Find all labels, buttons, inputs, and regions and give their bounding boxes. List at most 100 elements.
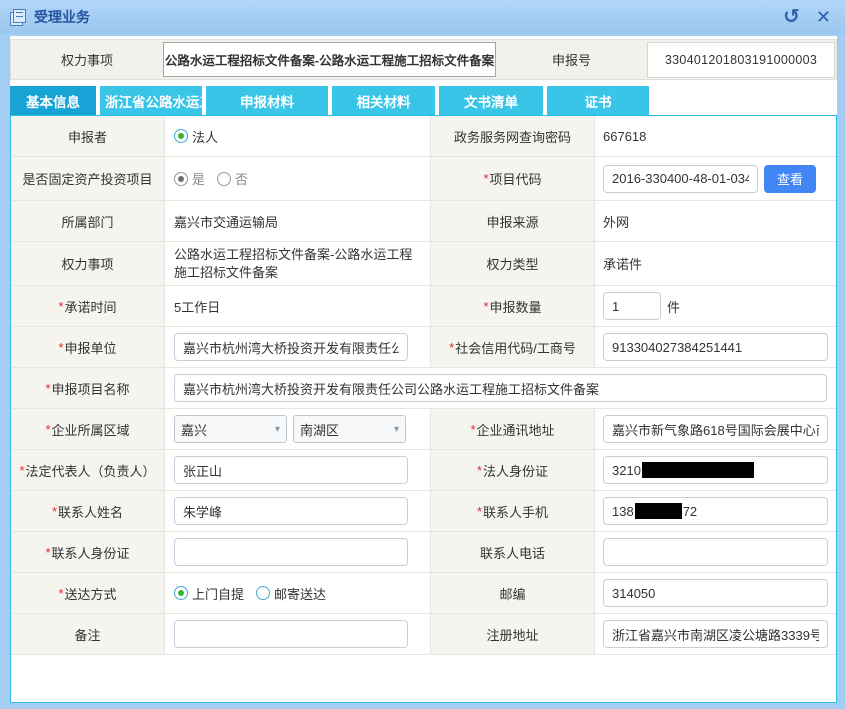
- contact-name-label: *联系人姓名: [11, 491, 165, 531]
- power-type-label: 权力类型: [431, 242, 595, 285]
- declarant-label: 申报者: [11, 116, 165, 156]
- delivery-label: *送达方式: [11, 573, 165, 613]
- declare-count-unit: 件: [667, 297, 680, 316]
- radio-option-mail[interactable]: 邮寄送达: [256, 584, 326, 603]
- remark-label: 备注: [11, 614, 165, 654]
- remark-input[interactable]: [174, 620, 408, 648]
- fixed-asset-label: 是否固定资产投资项目: [11, 157, 165, 200]
- form-row-declarant: 申报者 法人 政务服务网查询密码 667618: [11, 116, 836, 157]
- source-label: 申报来源: [431, 201, 595, 241]
- redaction-box: [635, 503, 682, 519]
- tab-basic-info[interactable]: 基本信息: [10, 86, 96, 115]
- tab-zhejiang-highway[interactable]: 浙江省公路水运工: [100, 86, 202, 115]
- radio-option-no[interactable]: 否: [217, 169, 248, 188]
- company-address-label: *企业通讯地址: [431, 409, 595, 449]
- promise-time-label: *承诺时间: [11, 286, 165, 326]
- contact-phone-input[interactable]: [603, 538, 828, 566]
- legal-person-input[interactable]: [174, 456, 408, 484]
- declare-count-input[interactable]: [603, 292, 661, 320]
- radio-unchecked-icon[interactable]: [217, 172, 231, 186]
- tab-document-list[interactable]: 文书清单: [439, 86, 543, 115]
- tab-declare-materials[interactable]: 申报材料: [206, 86, 328, 115]
- contact-mobile-input[interactable]: 138 72: [603, 497, 828, 525]
- postcode-label: 邮编: [431, 573, 595, 613]
- form-row-declare-unit: *申报单位 *社会信用代码/工商号: [11, 327, 836, 368]
- required-marker: *: [58, 586, 63, 601]
- credit-code-label: *社会信用代码/工商号: [431, 327, 595, 367]
- declare-no-label: 申报号: [496, 50, 647, 69]
- project-name-input[interactable]: [174, 374, 827, 402]
- project-code-input[interactable]: [603, 165, 758, 193]
- form-row-delivery: *送达方式 上门自提 邮寄送达 邮编: [11, 573, 836, 614]
- reg-address-input[interactable]: [603, 620, 828, 648]
- radio-unchecked-icon[interactable]: [256, 586, 270, 600]
- chevron-down-icon: ▾: [394, 424, 399, 435]
- window-titlebar: 受理业务 ↺ ✕: [0, 0, 845, 34]
- power-type-value: 承诺件: [595, 242, 836, 285]
- power-matter-header-label: 权力事项: [11, 50, 163, 69]
- city-select[interactable]: 嘉兴 ▾: [174, 415, 287, 443]
- required-marker: *: [52, 504, 57, 519]
- power-matter-value: 公路水运工程招标文件备案-公路水运工程施工招标文件备案: [165, 242, 431, 285]
- document-icon: [10, 9, 27, 26]
- source-value: 外网: [595, 201, 836, 241]
- query-password-label: 政务服务网查询密码: [431, 116, 595, 156]
- form-row-project-name: *申报项目名称: [11, 368, 836, 409]
- radio-option-yes[interactable]: 是: [174, 169, 205, 188]
- declare-unit-label: *申报单位: [11, 327, 165, 367]
- form-row-contact-name: *联系人姓名 *联系人手机 138 72: [11, 491, 836, 532]
- contact-id-input[interactable]: [174, 538, 408, 566]
- form-row-fixed-asset: 是否固定资产投资项目 是 否 *项目代码 查看: [11, 157, 836, 201]
- postcode-input[interactable]: [603, 579, 828, 607]
- required-marker: *: [58, 299, 63, 314]
- radio-checked-icon[interactable]: [174, 172, 188, 186]
- close-icon[interactable]: ✕: [816, 8, 831, 26]
- region-label: *企业所属区域: [11, 409, 165, 449]
- legal-person-label: *法定代表人（负责人）: [11, 450, 165, 490]
- declare-unit-input[interactable]: [174, 333, 408, 361]
- required-marker: *: [470, 422, 475, 437]
- required-marker: *: [477, 463, 482, 478]
- required-marker: *: [58, 340, 63, 355]
- tab-certificate[interactable]: 证书: [547, 86, 649, 115]
- form-row-remark: 备注 注册地址: [11, 614, 836, 655]
- form-row-contact-id: *联系人身份证 联系人电话: [11, 532, 836, 573]
- header-strip: 权力事项 公路水运工程招标文件备案-公路水运工程施工招标文件备案 申报号 330…: [10, 39, 837, 80]
- power-matter-label: 权力事项: [11, 242, 165, 285]
- query-password-value: 667618: [595, 116, 836, 156]
- project-code-label: *项目代码: [431, 157, 595, 200]
- declare-no-value: 330401201803191000003: [647, 42, 835, 78]
- credit-code-input[interactable]: [603, 333, 828, 361]
- required-marker: *: [483, 171, 488, 186]
- tab-related-materials[interactable]: 相关材料: [332, 86, 435, 115]
- form-row-power-matter: 权力事项 公路水运工程招标文件备案-公路水运工程施工招标文件备案 权力类型 承诺…: [11, 242, 836, 286]
- project-name-label: *申报项目名称: [11, 368, 165, 408]
- power-matter-header-value: 公路水运工程招标文件备案-公路水运工程施工招标文件备案: [163, 42, 496, 77]
- main-panel: 权力事项 公路水运工程招标文件备案-公路水运工程施工招标文件备案 申报号 330…: [10, 36, 837, 703]
- contact-id-label: *联系人身份证: [11, 532, 165, 572]
- legal-id-input[interactable]: 3210: [603, 456, 828, 484]
- department-value: 嘉兴市交通运输局: [165, 201, 431, 241]
- radio-option-legal-person[interactable]: 法人: [174, 127, 218, 146]
- form-row-promise-time: *承诺时间 5工作日 *申报数量 件: [11, 286, 836, 327]
- redaction-box: [642, 462, 754, 478]
- radio-checked-icon[interactable]: [174, 129, 188, 143]
- refresh-icon[interactable]: ↺: [783, 7, 800, 27]
- empty-area: [11, 655, 836, 702]
- tab-bar: 基本信息 浙江省公路水运工 申报材料 相关材料 文书清单 证书: [10, 86, 837, 115]
- reg-address-label: 注册地址: [431, 614, 595, 654]
- company-address-input[interactable]: [603, 415, 828, 443]
- required-marker: *: [45, 381, 50, 396]
- view-button[interactable]: 查看: [764, 165, 816, 193]
- required-marker: *: [45, 545, 50, 560]
- required-marker: *: [19, 463, 24, 478]
- legal-id-label: *法人身份证: [431, 450, 595, 490]
- required-marker: *: [483, 299, 488, 314]
- radio-checked-icon[interactable]: [174, 586, 188, 600]
- required-marker: *: [477, 504, 482, 519]
- department-label: 所属部门: [11, 201, 165, 241]
- radio-option-pickup[interactable]: 上门自提: [174, 584, 244, 603]
- district-select[interactable]: 南湖区 ▾: [293, 415, 406, 443]
- contact-name-input[interactable]: [174, 497, 408, 525]
- basic-info-form: 申报者 法人 政务服务网查询密码 667618 是否固定资产投资项目 是: [10, 115, 837, 703]
